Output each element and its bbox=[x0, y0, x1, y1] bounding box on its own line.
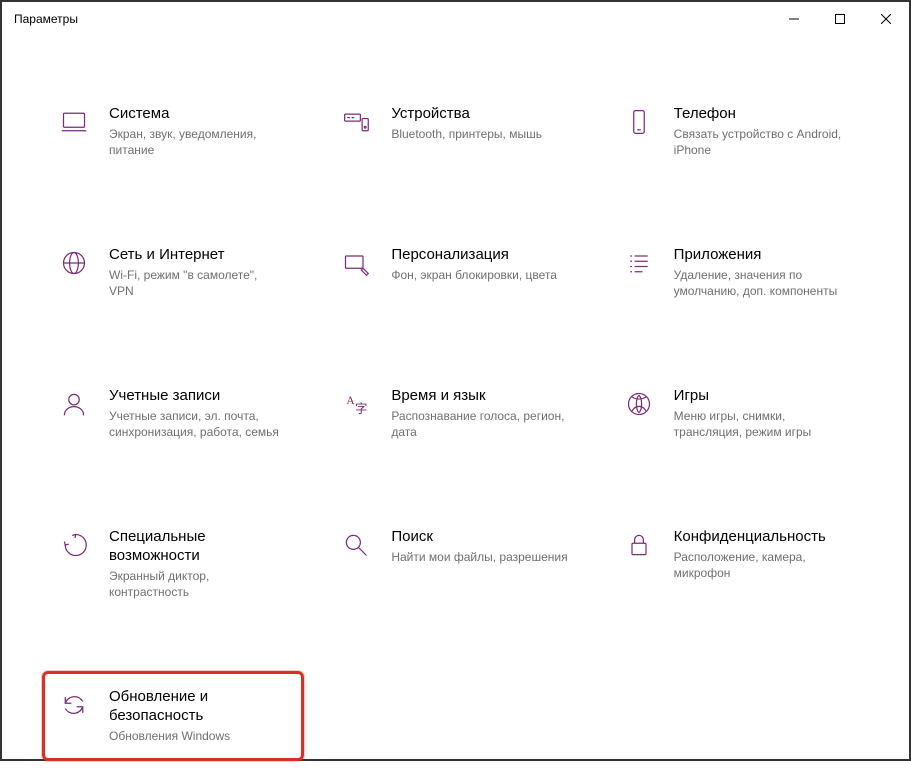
tile-desc: Bluetooth, принтеры, мышь bbox=[391, 126, 567, 142]
tile-title: Приложения bbox=[674, 246, 850, 265]
update-icon bbox=[57, 688, 91, 722]
tile-title: Игры bbox=[674, 387, 850, 406]
tile-desc: Расположение, камера, микрофон bbox=[674, 549, 850, 581]
tile-time-language[interactable]: A字 Время и язык Распознавание голоса, ре… bbox=[324, 378, 586, 449]
tile-desc: Учетные записи, эл. почта, синхронизация… bbox=[109, 408, 285, 440]
tile-title: Поиск bbox=[391, 528, 567, 547]
maximize-button[interactable] bbox=[817, 4, 863, 34]
tile-desc: Удаление, значения по умолчанию, доп. ко… bbox=[674, 267, 850, 299]
tile-phone[interactable]: Телефон Связать устройство с Android, iP… bbox=[607, 96, 869, 167]
tile-desc: Экран, звук, уведомления, питание bbox=[109, 126, 285, 158]
tile-title: Сеть и Интернет bbox=[109, 246, 285, 265]
system-icon bbox=[57, 105, 91, 139]
settings-grid: Система Экран, звук, уведомления, питани… bbox=[42, 96, 869, 761]
svg-text:A: A bbox=[347, 395, 356, 407]
tile-desc: Фон, экран блокировки, цвета bbox=[391, 267, 567, 283]
paintbrush-icon bbox=[339, 246, 373, 280]
tile-title: Учетные записи bbox=[109, 387, 285, 406]
tile-gaming[interactable]: Игры Меню игры, снимки, трансляция, режи… bbox=[607, 378, 869, 449]
lock-icon bbox=[622, 528, 656, 562]
tile-desc: Wi-Fi, режим "в самолете", VPN bbox=[109, 267, 285, 299]
tile-title: Телефон bbox=[674, 105, 850, 124]
tile-update-security[interactable]: Обновление и безопасность Обновления Win… bbox=[42, 671, 304, 761]
tile-title: Специальные возможности bbox=[109, 528, 285, 566]
tile-desc: Меню игры, снимки, трансляция, режим игр… bbox=[674, 408, 850, 440]
phone-icon bbox=[622, 105, 656, 139]
tile-title: Система bbox=[109, 105, 285, 124]
minimize-button[interactable] bbox=[771, 4, 817, 34]
time-language-icon: A字 bbox=[339, 387, 373, 421]
tile-title: Персонализация bbox=[391, 246, 567, 265]
search-icon bbox=[339, 528, 373, 562]
close-button[interactable] bbox=[863, 4, 909, 34]
tile-title: Время и язык bbox=[391, 387, 567, 406]
tile-title: Конфиденциальность bbox=[674, 528, 850, 547]
svg-text:字: 字 bbox=[355, 401, 367, 416]
tile-network[interactable]: Сеть и Интернет Wi-Fi, режим "в самолете… bbox=[42, 237, 304, 308]
tile-title: Обновление и безопасность bbox=[109, 688, 285, 726]
tile-system[interactable]: Система Экран, звук, уведомления, питани… bbox=[42, 96, 304, 167]
tile-search[interactable]: Поиск Найти мои файлы, разрешения bbox=[324, 519, 586, 609]
tile-privacy[interactable]: Конфиденциальность Расположение, камера,… bbox=[607, 519, 869, 609]
globe-icon bbox=[57, 246, 91, 280]
tile-desc: Найти мои файлы, разрешения bbox=[391, 549, 567, 565]
apps-icon bbox=[622, 246, 656, 280]
window-controls bbox=[771, 4, 909, 34]
tile-personalization[interactable]: Персонализация Фон, экран блокировки, цв… bbox=[324, 237, 586, 308]
tile-desc: Обновления Windows bbox=[109, 728, 285, 744]
ease-of-access-icon bbox=[57, 528, 91, 562]
tile-desc: Распознавание голоса, регион, дата bbox=[391, 408, 567, 440]
titlebar: Параметры bbox=[2, 2, 909, 36]
settings-home: Система Экран, звук, уведомления, питани… bbox=[2, 36, 909, 781]
person-icon bbox=[57, 387, 91, 421]
tile-apps[interactable]: Приложения Удаление, значения по умолчан… bbox=[607, 237, 869, 308]
devices-icon bbox=[339, 105, 373, 139]
tile-ease-of-access[interactable]: Специальные возможности Экранный диктор,… bbox=[42, 519, 304, 609]
xbox-icon bbox=[622, 387, 656, 421]
tile-desc: Экранный диктор, контрастность bbox=[109, 568, 285, 600]
tile-title: Устройства bbox=[391, 105, 567, 124]
tile-desc: Связать устройство с Android, iPhone bbox=[674, 126, 850, 158]
tile-devices[interactable]: Устройства Bluetooth, принтеры, мышь bbox=[324, 96, 586, 167]
window-title: Параметры bbox=[14, 12, 771, 26]
tile-accounts[interactable]: Учетные записи Учетные записи, эл. почта… bbox=[42, 378, 304, 449]
